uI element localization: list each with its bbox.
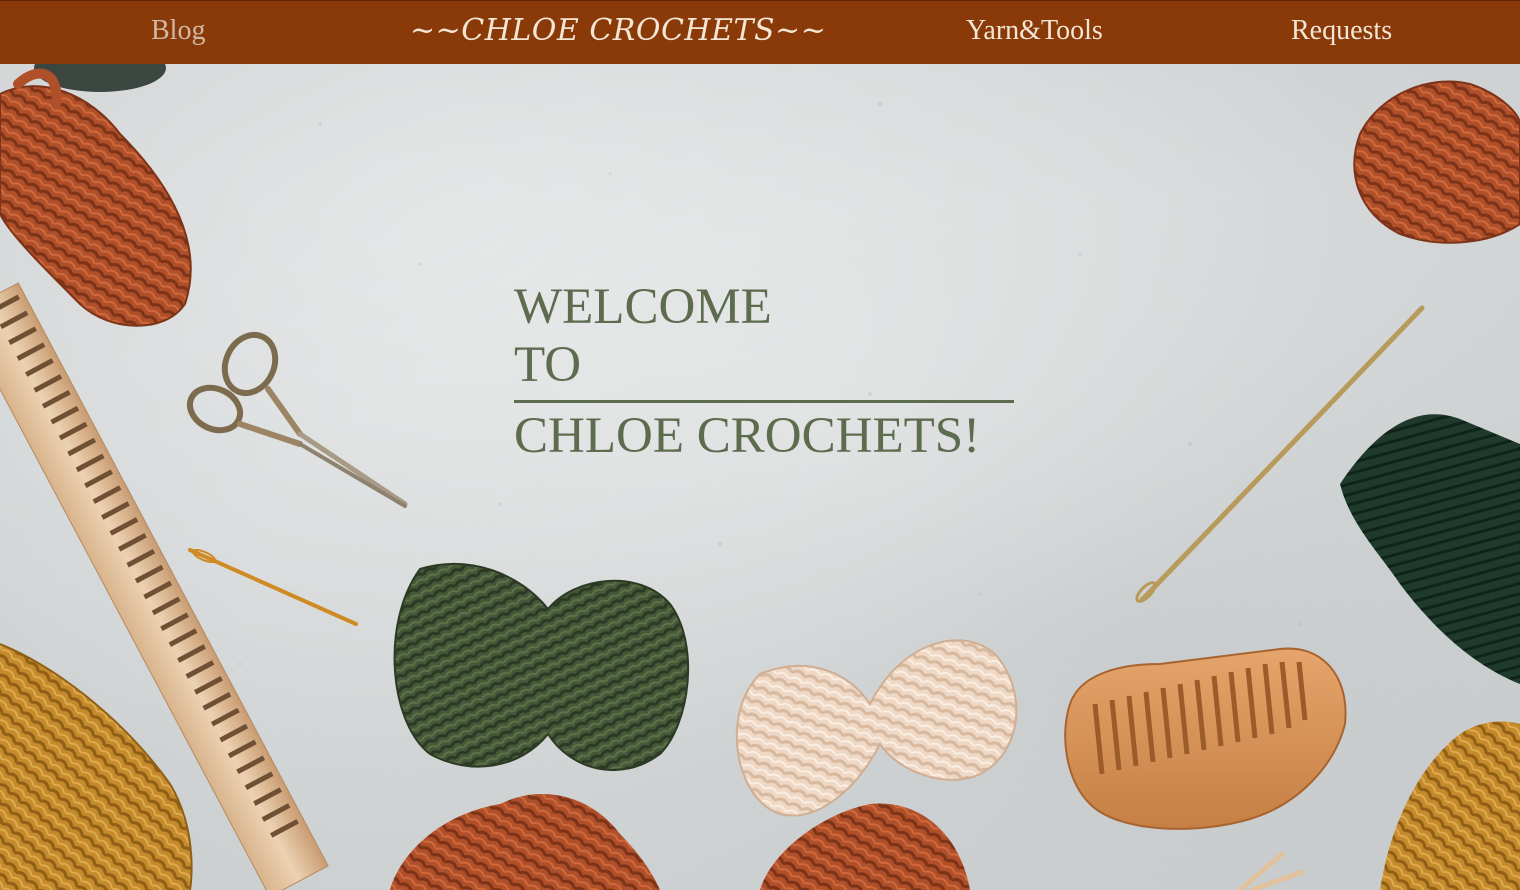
rust-yarn-tuft-top-right (1353, 80, 1520, 244)
gold-yarn-skein-bottom-right (1380, 721, 1520, 890)
welcome-line-2: TO (514, 337, 582, 393)
welcome-line-1: WELCOME (514, 279, 772, 335)
embroidery-scissors (186, 331, 408, 508)
wooden-comb (1064, 647, 1347, 830)
hero-background-image (0, 64, 1520, 890)
green-yarn-skein (393, 562, 690, 771)
hero-section: WELCOME TO CHLOE CROCHETS! (0, 64, 1520, 890)
nav-yarn-tools-link[interactable]: Yarn&Tools (966, 15, 1103, 47)
cream-yarn-skein (735, 639, 1018, 817)
welcome-line-3: CHLOE CROCHETS! (514, 408, 981, 464)
wooden-fork (1237, 851, 1305, 890)
orange-yarn-needle (188, 548, 358, 626)
top-navbar: Blog ~~CHLOE CROCHETS~~ Yarn&Tools Reque… (0, 0, 1520, 64)
welcome-divider (514, 400, 1014, 403)
nav-blog-link[interactable]: Blog (151, 15, 205, 47)
rust-yarn-skein-top-left (0, 68, 192, 327)
brand-logo-link[interactable]: ~~CHLOE CROCHETS~~ (410, 13, 826, 49)
rust-yarn-skeins-bottom (390, 794, 970, 890)
nav-requests-link[interactable]: Requests (1291, 15, 1392, 47)
welcome-heading: WELCOME TO CHLOE CROCHETS! (514, 278, 1014, 465)
green-velvet-ribbon (1340, 414, 1520, 684)
